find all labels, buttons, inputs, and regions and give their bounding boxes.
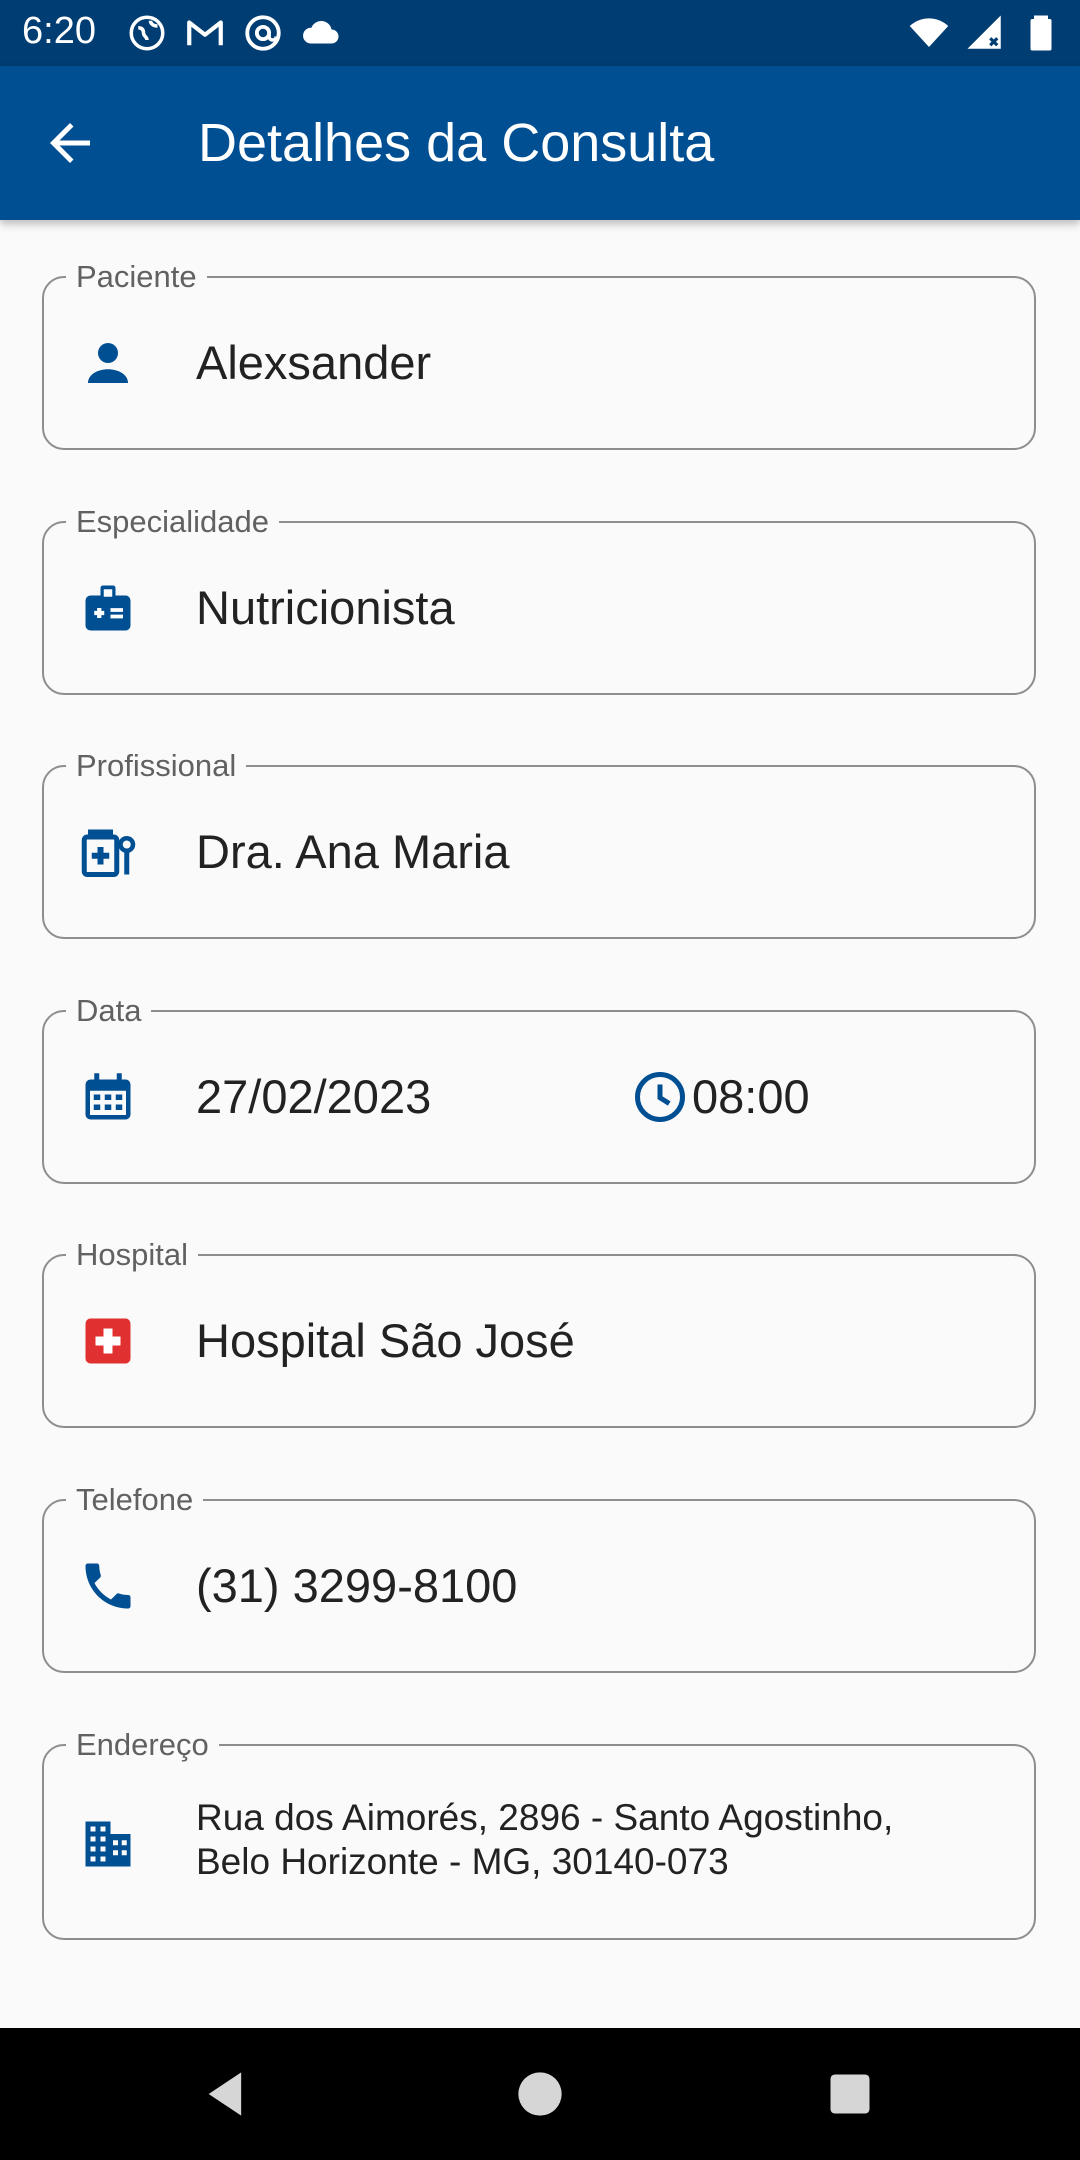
patient-field: Paciente Alexsander [42, 257, 1036, 450]
calendar-icon [78, 1067, 138, 1127]
address-line-1: Rua dos Aimorés, 2896 - Santo Agostinho, [196, 1797, 894, 1838]
specialty-field: Especialidade Nutricionista [42, 502, 1036, 695]
phone-field: Telefone (31) 3299-8100 [42, 1480, 1036, 1673]
specialty-label: Especialidade [66, 502, 280, 542]
recents-square-icon [824, 2068, 876, 2120]
hospital-cross-icon [78, 1311, 138, 1371]
hospital-label: Hospital [66, 1235, 198, 1275]
date-label: Data [66, 991, 152, 1031]
at-sign-icon [242, 12, 284, 54]
address-field: Endereço Rua dos Aimorés, 2896 - Santo A… [42, 1725, 1036, 1940]
status-time: 6:20 [22, 10, 96, 52]
battery-icon [1020, 12, 1062, 54]
person-icon [78, 333, 138, 393]
system-nav-bar [0, 2028, 1080, 2160]
address-label: Endereço [66, 1725, 219, 1765]
apartment-icon [78, 1814, 138, 1874]
cloud-icon [300, 12, 342, 54]
signal-icon [964, 12, 1006, 54]
hospital-field: Hospital Hospital São José [42, 1235, 1036, 1428]
medical-badge-icon [78, 578, 138, 638]
phone-value: (31) 3299-8100 [196, 1559, 518, 1612]
page-title: Detalhes da Consulta [198, 113, 715, 173]
date-value: 27/02/2023 [196, 1070, 432, 1123]
status-system-icons [908, 12, 1062, 54]
gmail-icon [184, 12, 226, 54]
address-value: Rua dos Aimorés, 2896 - Santo Agostinho,… [196, 1796, 893, 1884]
hospital-value: Hospital São José [196, 1314, 575, 1367]
back-triangle-icon [200, 2068, 252, 2120]
professional-value: Dra. Ana Maria [196, 825, 510, 878]
phone-icon [78, 1556, 138, 1616]
status-bar: 6:20 [0, 0, 1080, 66]
nav-home-button[interactable] [514, 2068, 566, 2120]
status-notification-icons [126, 12, 342, 54]
home-circle-icon [514, 2068, 566, 2120]
nav-recents-button[interactable] [824, 2068, 876, 2120]
address-line-2: Belo Horizonte - MG, 30140-073 [196, 1841, 729, 1882]
globe-icon [126, 12, 168, 54]
wifi-icon [908, 12, 950, 54]
professional-label: Profissional [66, 746, 247, 786]
arrow-back-icon [40, 113, 100, 173]
specialty-value: Nutricionista [196, 581, 455, 634]
clock-icon [630, 1067, 690, 1127]
nav-back-button[interactable] [200, 2068, 252, 2120]
time-value: 08:00 [692, 1070, 810, 1123]
date-field: Data 27/02/2023 08:00 [42, 991, 1036, 1184]
medical-services-icon [78, 822, 138, 882]
patient-value: Alexsander [196, 336, 432, 389]
back-button[interactable] [40, 113, 100, 173]
professional-field: Profissional Dra. Ana Maria [42, 746, 1036, 939]
app-bar: Detalhes da Consulta [0, 66, 1080, 220]
patient-label: Paciente [66, 257, 207, 297]
phone-label: Telefone [66, 1480, 204, 1520]
